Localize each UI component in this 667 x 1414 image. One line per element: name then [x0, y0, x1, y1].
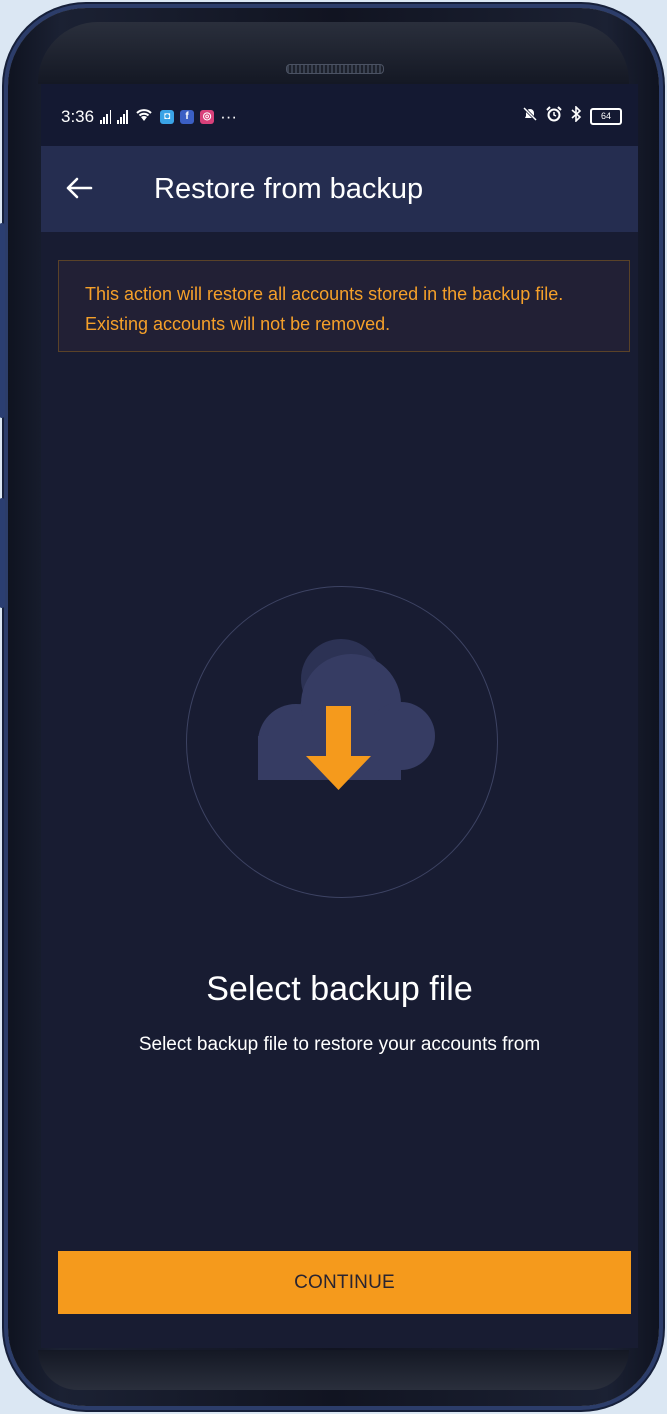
cloud-download-icon: [258, 639, 435, 790]
battery-icon: 64: [590, 108, 622, 125]
signal-icon: [117, 109, 129, 124]
earpiece-speaker: [285, 64, 384, 74]
arrow-left-icon: [66, 177, 93, 199]
signal-icon: [100, 109, 112, 124]
warning-text: This action will restore all accounts st…: [85, 284, 564, 334]
status-left: 3:36 ◘ f ◎ ···: [61, 106, 237, 127]
power-button: [0, 498, 5, 608]
volume-button: [0, 223, 5, 418]
screen: 3:36 ◘ f ◎ ··· 64 Restore from backup Th…: [41, 84, 638, 1348]
mute-icon: [522, 106, 538, 127]
facebook-icon: f: [180, 109, 195, 124]
page-title: Restore from backup: [154, 173, 424, 205]
alarm-icon: [546, 106, 562, 127]
bottom-bezel: [38, 1350, 629, 1390]
app-bar: Restore from backup: [41, 146, 638, 232]
more-notifications-icon: ···: [220, 106, 238, 126]
wifi-icon: [134, 106, 154, 127]
phone-frame: 3:36 ◘ f ◎ ··· 64 Restore from backup Th…: [0, 8, 659, 1406]
instagram-icon: ◎: [200, 109, 215, 124]
continue-button[interactable]: CONTINUE: [58, 1251, 631, 1314]
warning-banner: This action will restore all accounts st…: [58, 260, 630, 352]
bluetooth-icon: [570, 105, 582, 127]
status-bar: 3:36 ◘ f ◎ ··· 64: [41, 84, 638, 146]
backup-illustration: [186, 586, 498, 898]
select-backup-subtitle: Select backup file to restore your accou…: [138, 1034, 541, 1055]
status-right: 64: [522, 105, 622, 127]
app-notification-icon: ◘: [160, 109, 175, 124]
back-button[interactable]: [57, 166, 101, 210]
status-time: 3:36: [61, 106, 95, 126]
top-bezel: [38, 22, 629, 84]
select-backup-title: Select backup file: [206, 970, 473, 1008]
